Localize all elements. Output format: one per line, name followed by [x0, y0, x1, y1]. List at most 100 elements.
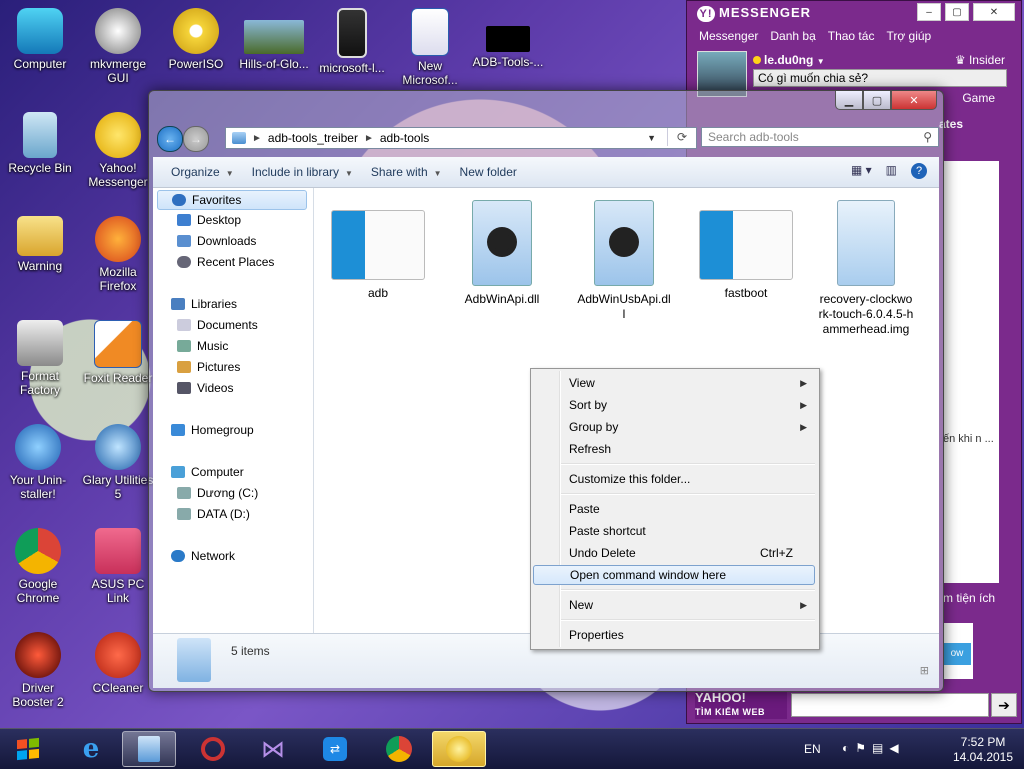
flag-icon[interactable]: ⚑ [855, 741, 872, 755]
menu-item-group-by[interactable]: Group by ▶ [533, 417, 815, 437]
nav-drive-d[interactable]: DATA (D:) [177, 504, 250, 524]
menu-item-paste-shortcut[interactable]: Paste shortcut [533, 521, 815, 541]
username[interactable]: le.du0ng ▼ [753, 53, 825, 67]
maximize-button[interactable]: ▢ [863, 91, 891, 110]
yahoo-search-input[interactable] [791, 693, 989, 717]
taskbar-ie[interactable]: e [64, 731, 118, 767]
menu-contacts[interactable]: Danh bạ [770, 29, 815, 49]
nav-label: Homegroup [191, 423, 254, 437]
desktop-icon-firefox[interactable]: Mozilla Firefox [80, 216, 156, 293]
desktop-icon-asus-pc-link[interactable]: ASUS PC Link [80, 528, 156, 605]
start-button[interactable] [6, 731, 50, 767]
desktop-icon-format-factory[interactable]: Format Factory [2, 320, 78, 397]
yahoo-promo-button[interactable]: ow [943, 643, 971, 665]
nav-computer[interactable]: Computer [171, 462, 244, 482]
desktop-icon-warning[interactable]: Warning [2, 216, 78, 273]
desktop-icon-yahoo-messenger[interactable]: Yahoo! Messenger [80, 112, 156, 189]
nav-homegroup[interactable]: Homegroup [171, 420, 254, 440]
nav-desktop[interactable]: Desktop [177, 210, 241, 230]
menu-item-paste[interactable]: Paste [533, 499, 815, 519]
maximize-button[interactable]: ▢ [945, 3, 969, 21]
file-item[interactable]: AdbWinUsbApi.dll [576, 200, 672, 322]
taskbar-visual-studio[interactable]: ⋈ [246, 731, 300, 767]
file-item[interactable]: recovery-clockwork-touch-6.0.4.5-hammerh… [818, 200, 914, 337]
search-input[interactable]: Search adb-tools ⚲ [701, 127, 939, 147]
taskbar-explorer[interactable] [122, 731, 176, 767]
folder-icon [17, 216, 63, 256]
close-button[interactable]: ✕ [973, 3, 1015, 21]
clock[interactable]: 7:52 PM 14.04.2015 [948, 735, 1018, 765]
desktop-icon-hills-of-glory[interactable]: Hills-of-Glo... [236, 8, 312, 71]
refresh-icon[interactable]: ⟳ [667, 128, 696, 146]
nav-recent-places[interactable]: Recent Places [177, 252, 274, 272]
minimize-button[interactable]: – [917, 3, 941, 21]
file-item[interactable]: adb [330, 200, 426, 301]
new-folder-button[interactable]: New folder [460, 165, 517, 179]
minimize-button[interactable]: ▁ [835, 91, 863, 110]
desktop-icon-your-uninstaller[interactable]: Your Unin-staller! [0, 424, 76, 501]
desktop-icon-driver-booster[interactable]: Driver Booster 2 [0, 632, 76, 709]
menu-item-open-command-window[interactable]: Open command window here [533, 565, 815, 585]
desktop-icon-glary-utilities[interactable]: Glary Utilities 5 [80, 424, 156, 501]
volume-icon[interactable]: ◀ [889, 741, 904, 755]
insider-link[interactable]: ♛ Insider [955, 53, 1005, 67]
view-options-icon[interactable]: ▦ ▾ [851, 163, 872, 179]
desktop-icon-label: microsoft-l... [319, 61, 385, 75]
desktop-icon-microsoft-lumia[interactable]: microsoft-l... [314, 8, 390, 75]
nav-downloads[interactable]: Downloads [177, 231, 256, 251]
language-indicator[interactable]: EN [804, 742, 821, 756]
nav-favorites[interactable]: Favorites [157, 190, 307, 210]
share-with-button[interactable]: Share with ▼ [371, 165, 442, 179]
menu-item-properties[interactable]: Properties [533, 625, 815, 645]
taskbar-yahoo-messenger[interactable] [432, 731, 486, 767]
desktop-icon-google-chrome[interactable]: Google Chrome [0, 528, 76, 605]
nav-network[interactable]: Network [171, 546, 235, 566]
breadcrumb-item[interactable]: adb-tools [380, 131, 429, 145]
desktop-icon-ccleaner[interactable]: CCleaner [80, 632, 156, 695]
nav-libraries[interactable]: Libraries [171, 294, 237, 314]
desktop-icon-recycle-bin[interactable]: Recycle Bin [2, 112, 78, 175]
file-item[interactable]: AdbWinApi.dll [454, 200, 550, 307]
taskbar-chrome[interactable] [372, 731, 426, 767]
desktop-icon-mkvmerge[interactable]: mkvmerge GUI [80, 8, 156, 85]
taskbar-app[interactable] [186, 731, 240, 767]
chevron-down-icon[interactable]: ▼ [647, 133, 656, 143]
menu-item-sort-by[interactable]: Sort by ▶ [533, 395, 815, 415]
nav-music[interactable]: Music [177, 336, 228, 356]
desktop-icon-new-word-doc[interactable]: New Microsof... [392, 8, 468, 87]
menu-item-undo-delete[interactable]: Undo Delete Ctrl+Z [533, 543, 815, 563]
nav-documents[interactable]: Documents [177, 315, 258, 335]
help-icon[interactable]: ? [911, 163, 927, 179]
application-icon [699, 210, 793, 280]
nav-drive-c[interactable]: Dương (C:) [177, 483, 258, 503]
status-message-input[interactable]: Có gì muốn chia sẻ? [753, 69, 1007, 87]
preview-pane-icon[interactable]: ▥ [886, 163, 897, 179]
menu-item-view[interactable]: View ▶ [533, 373, 815, 393]
address-bar[interactable]: ► adb-tools_treiber ► adb-tools ▼ [225, 127, 697, 149]
menu-item-refresh[interactable]: Refresh [533, 439, 815, 459]
menu-item-new[interactable]: New ▶ [533, 595, 815, 615]
game-tab[interactable]: Game [962, 91, 995, 105]
close-button[interactable]: ✕ [891, 91, 937, 110]
desktop-icon-poweriso[interactable]: PowerISO [158, 8, 234, 71]
desktop-icon-adb-tools[interactable]: ADB-Tools-... [470, 8, 546, 69]
include-in-library-button[interactable]: Include in library ▼ [252, 165, 353, 179]
organize-button[interactable]: Organize ▼ [171, 165, 234, 179]
nav-videos[interactable]: Videos [177, 378, 233, 398]
breadcrumb-item[interactable]: adb-tools_treiber [268, 131, 358, 145]
menu-item-label: Group by [569, 420, 619, 434]
forward-button[interactable]: → [183, 126, 209, 152]
menu-item-customize[interactable]: Customize this folder... [533, 469, 815, 489]
nav-pictures[interactable]: Pictures [177, 357, 240, 377]
file-item[interactable]: fastboot [698, 200, 794, 301]
menu-messenger[interactable]: Messenger [699, 29, 758, 49]
desktop-icon-foxit-reader[interactable]: Foxit Reader [80, 320, 156, 385]
toggle-icon[interactable]: ◐ [842, 741, 855, 755]
network-icon[interactable]: ▤ [872, 741, 889, 755]
menu-actions[interactable]: Thao tác [828, 29, 875, 49]
arrow-right-icon[interactable]: ➔ [991, 693, 1017, 717]
taskbar-teamviewer[interactable]: ⇄ [308, 731, 362, 767]
back-button[interactable]: ← [157, 126, 183, 152]
desktop-icon-computer[interactable]: Computer [2, 8, 78, 71]
menu-help[interactable]: Trợ giúp [886, 29, 931, 49]
